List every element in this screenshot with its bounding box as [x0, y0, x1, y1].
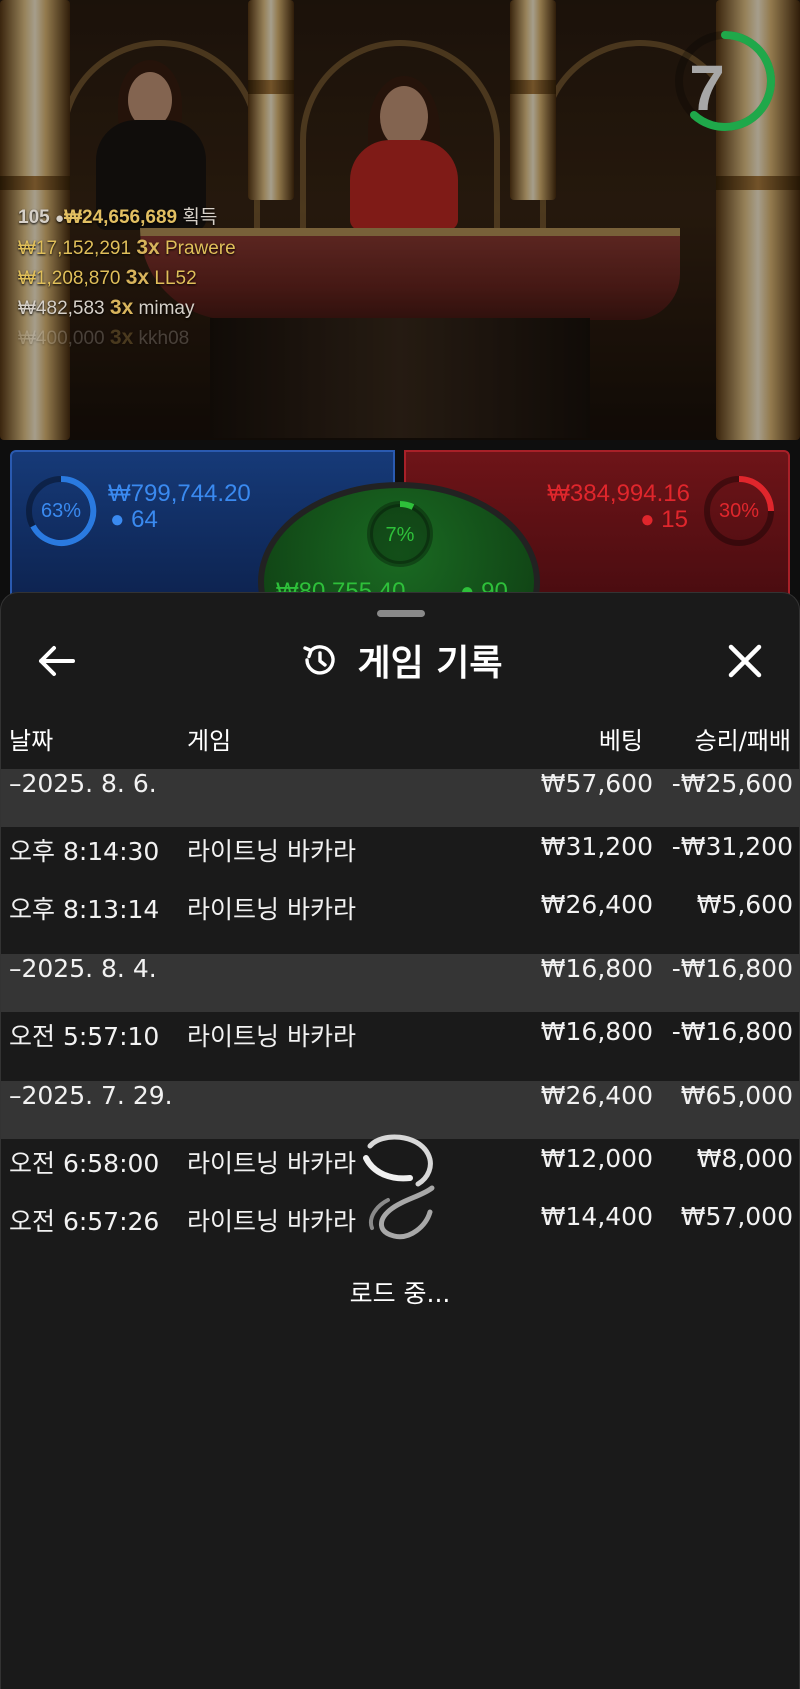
sheet-title: 게임 기록	[357, 643, 503, 684]
column-header-bet[interactable]: 베팅	[599, 721, 643, 757]
countdown-value: 7	[689, 52, 725, 124]
date-group-header[interactable]: –2025. 8. 4. ₩16,800 -₩16,800	[1, 954, 800, 1012]
winners-total: 105 ●₩24,656,689 획득	[18, 207, 218, 228]
tie-percent: 7%	[385, 524, 415, 546]
history-clock-icon	[303, 645, 336, 675]
player-total-amount: ₩799,744.20	[108, 480, 251, 507]
date-group-header[interactable]: –2025. 8. 6. ₩57,600 -₩25,600	[1, 769, 800, 827]
banker-total-amount: ₩384,994.16	[547, 480, 690, 507]
person-icon: ●	[640, 506, 655, 533]
winner-entry: ₩400,000 3x kkh08	[18, 326, 190, 349]
player-count: ● 64	[110, 506, 158, 533]
close-icon	[728, 644, 762, 678]
player-percent: 63%	[40, 500, 82, 522]
banker-count: ● 15	[640, 506, 688, 533]
history-row[interactable]: 오후 8:14:30 라이트닝 바카라 ₩31,200 -₩31,200	[1, 832, 800, 890]
sheet-header: 게임 기록	[1, 623, 800, 697]
history-row[interactable]: 오전 5:57:10 라이트닝 바카라 ₩16,800 -₩16,800	[1, 1017, 800, 1075]
loading-spinner-icon	[363, 1134, 435, 1240]
banker-percent: 30%	[718, 500, 760, 522]
column-header-game[interactable]: 게임	[187, 721, 231, 757]
column-header-date[interactable]: 날짜	[9, 721, 53, 757]
winner-entry: ₩482,583 3x mimay	[18, 296, 195, 319]
history-row[interactable]: 오후 8:13:14 라이트닝 바카라 ₩26,400 ₩5,600	[1, 890, 800, 948]
loading-text: 로드 중...	[349, 1279, 451, 1308]
winner-entry: ₩17,152,291 3x Prawere	[18, 236, 236, 259]
winners-list: 105 ●₩24,656,689 획득 ₩17,152,291 3x Prawe…	[18, 203, 236, 353]
close-button[interactable]	[715, 633, 775, 689]
sheet-drag-handle[interactable]	[377, 610, 425, 617]
person-icon: ●	[54, 210, 65, 227]
winner-entry: ₩1,208,870 3x LL52	[18, 266, 197, 289]
column-header-win-loss[interactable]: 승리/패배	[695, 721, 791, 757]
person-icon: ●	[110, 506, 125, 533]
